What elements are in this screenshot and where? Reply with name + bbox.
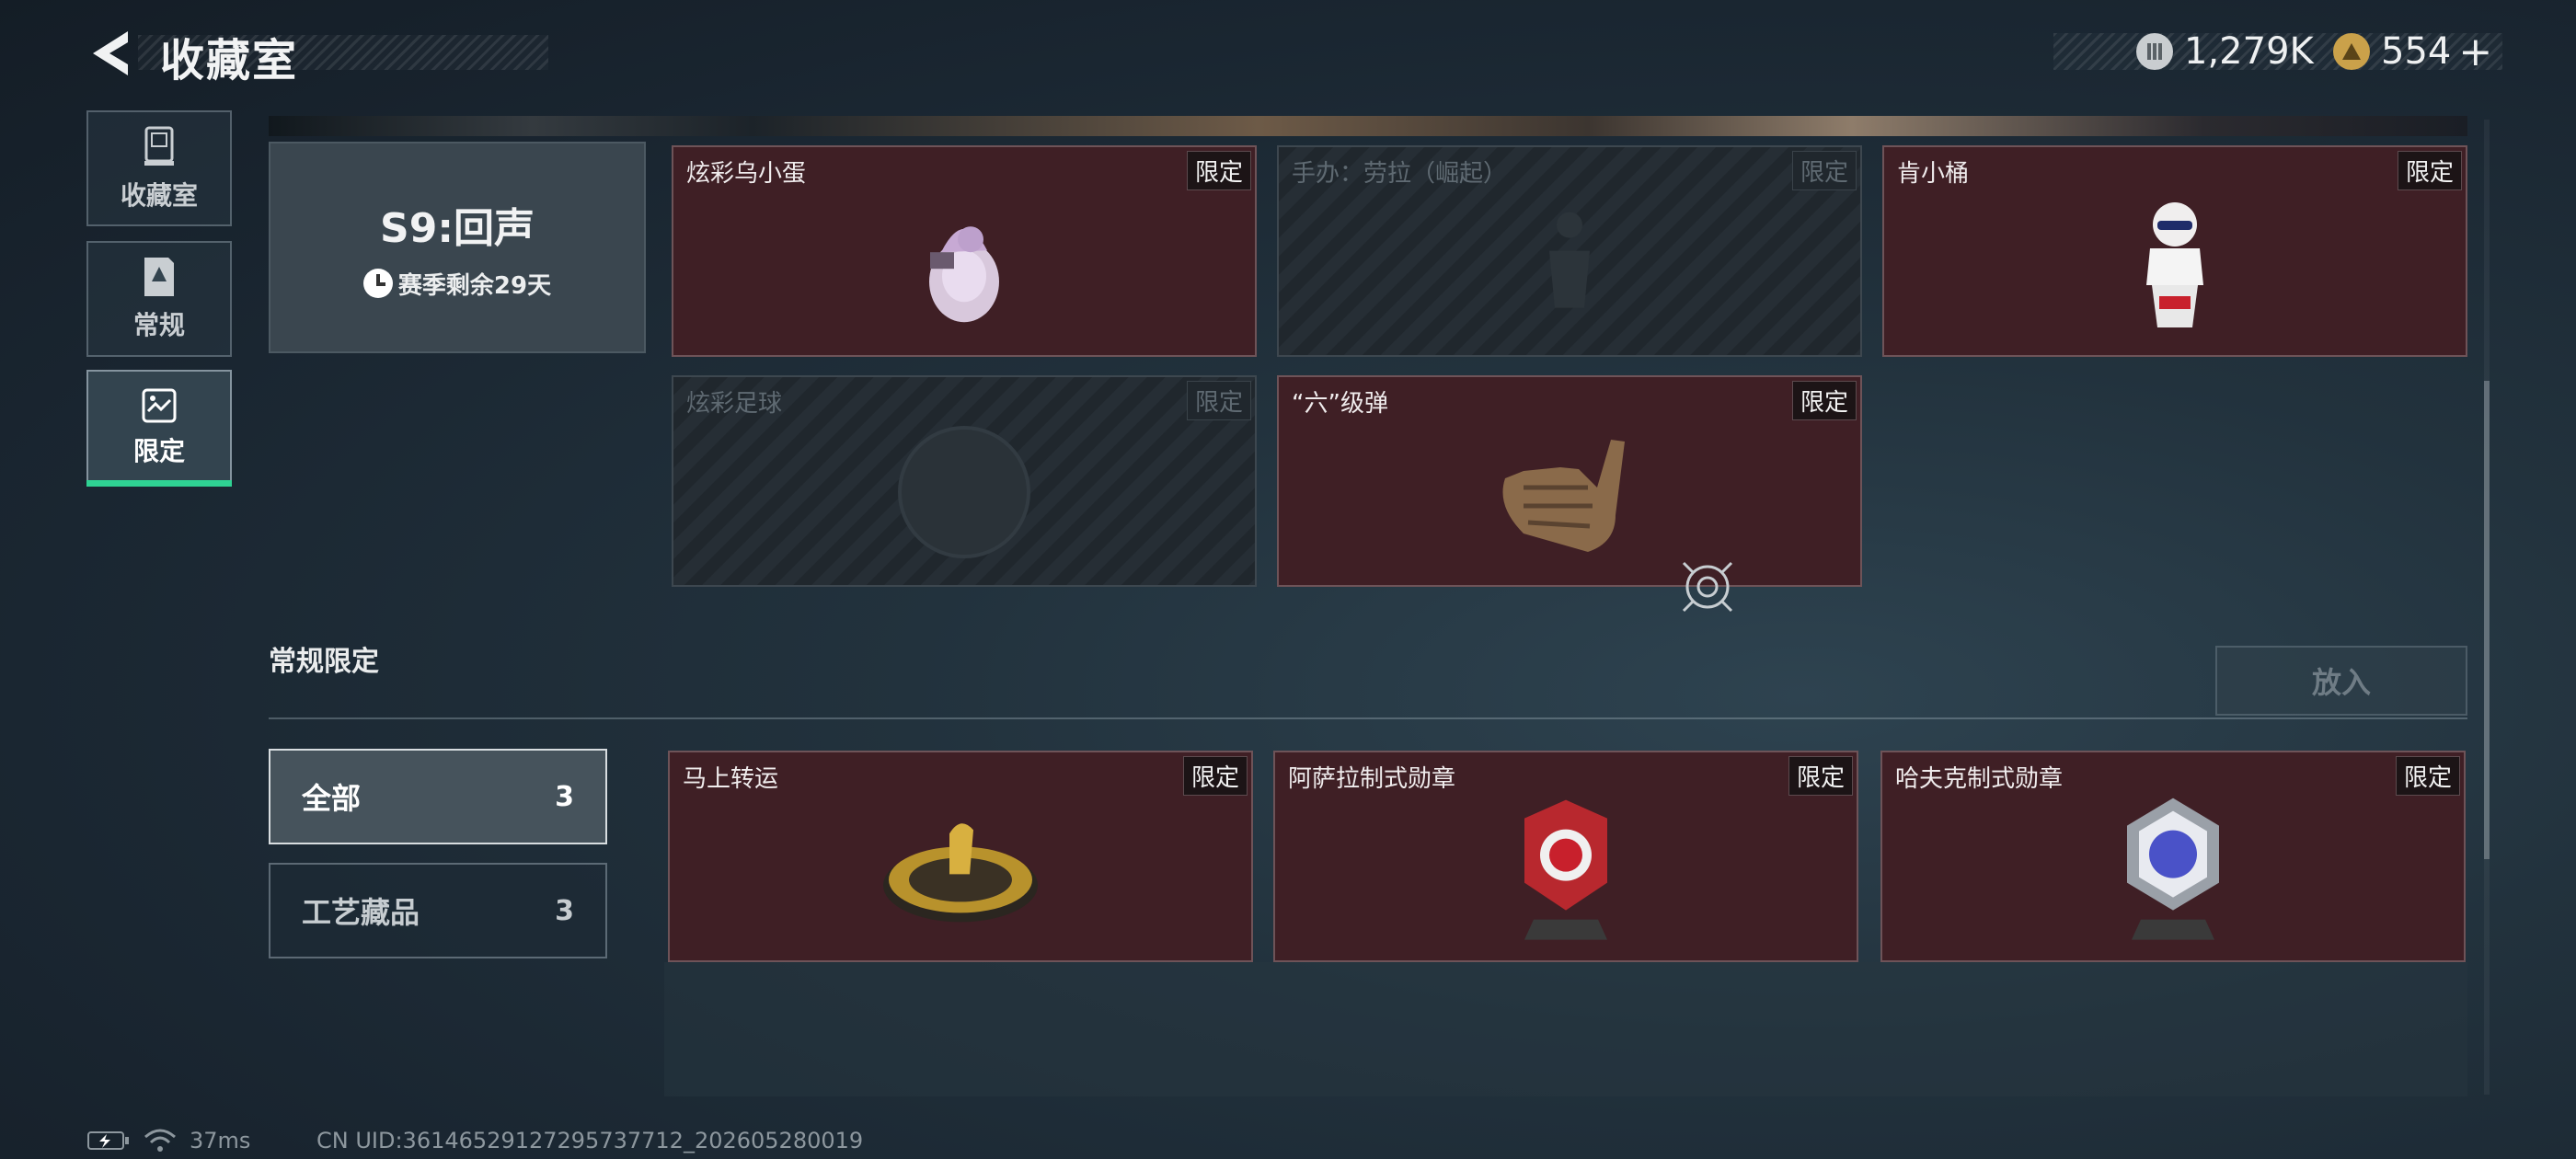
silver-coin-icon [2136,33,2173,70]
item-name: 肯小桶 [1897,160,1970,188]
shaka-hand-icon [1502,440,1625,552]
limited-badge: 限定 [2397,151,2462,190]
add-currency-button[interactable]: + [2458,29,2492,75]
item-name: “六”级弹 [1292,390,1388,418]
wifi-icon [144,1129,176,1152]
sidebar-item-collection[interactable]: 收藏室 [86,110,232,226]
sidebar-item-limited[interactable]: 限定 [86,370,232,486]
limited-badge: 限定 [2395,756,2460,796]
back-arrow-icon [93,31,128,75]
target-focus-icon[interactable] [1680,559,1735,614]
uid-text: CN UID:3614652912729573​7712_20260528001… [316,1128,864,1153]
filter-craft[interactable]: 工艺藏品 3 [269,863,607,958]
filter-all[interactable]: 全部 3 [269,749,607,844]
sidebar-item-label: 限定 [132,436,185,466]
egg-figure-icon [929,226,999,323]
filter-label: 工艺藏品 [302,895,420,930]
battery-charging-icon [87,1131,129,1150]
trophy-icon [144,126,174,166]
collection-card-football[interactable]: 炫彩足球 限定 [672,375,1257,587]
section-divider [269,717,2467,719]
asala-medal-icon [1524,799,1607,940]
section-title: 常规限定 [269,646,379,678]
back-button[interactable] [85,26,136,81]
figure-silhouette-icon [1549,212,1590,308]
item-name: 马上转运 [683,765,779,793]
image-icon [142,388,177,423]
clock-icon [362,269,393,298]
collection-card-lara[interactable]: 手办：劳拉（崛起） 限定 [1277,145,1862,357]
collection-card-bucket[interactable]: 肯小桶 限定 [1882,145,2467,357]
football-silhouette-icon [898,426,1030,558]
havk-medal-icon [2127,798,2219,940]
item-name: 手办：劳拉（崛起） [1292,160,1508,188]
banner-image [269,116,2467,136]
season-card: S9:回声 赛季剩余29天 [269,142,646,353]
page-title: 收藏室 [160,35,299,86]
item-name: 阿萨拉制式勋章 [1288,765,1456,793]
empty-grid-area [664,962,2467,1096]
active-tab-indicator [86,480,232,487]
season-remaining: 赛季剩余29天 [362,267,552,301]
limited-badge: 限定 [1186,381,1251,420]
silver-amount: 1,279K [2184,30,2314,73]
collection-card-fortune[interactable]: 马上转运 限定 [668,751,1253,962]
ping-text: 37ms [190,1128,251,1153]
filter-count: 3 [555,894,574,927]
sidebar-item-label: 常规 [132,310,185,340]
gold-coin-icon [2333,33,2370,70]
limited-badge: 限定 [1186,151,1251,190]
sidebar-item-label: 收藏室 [120,180,198,211]
filter-label: 全部 [302,781,362,816]
item-name: 哈夫克制式勋章 [1895,765,2064,793]
filter-count: 3 [555,780,574,813]
collection-card-asala-medal[interactable]: 阿萨拉制式勋章 限定 [1273,751,1858,962]
season-name: S9:回声 [380,204,535,252]
limited-badge: 限定 [1182,756,1248,796]
scrollbar-thumb[interactable] [2484,381,2490,859]
put-in-button[interactable]: 放入 [2215,646,2467,716]
item-name: 炫彩足球 [686,390,783,418]
item-name: 炫彩乌小蛋 [686,160,807,188]
collection-card-havk-medal[interactable]: 哈夫克制式勋章 限定 [1880,751,2466,962]
season-remaining-text: 赛季剩余29天 [397,271,552,300]
limited-badge: 限定 [1788,756,1853,796]
collection-card-egg[interactable]: 炫彩乌小蛋 限定 [672,145,1257,357]
collection-card-hand[interactable]: “六”级弹 限定 [1277,375,1862,587]
limited-badge: 限定 [1791,381,1857,420]
gold-amount: 554 [2381,30,2452,73]
limited-badge: 限定 [1791,151,1857,190]
colonel-figure-icon [2146,202,2203,327]
sidebar-item-regular[interactable]: 常规 [86,241,232,357]
horse-compass-icon [883,823,1038,923]
currency-silver: 1,279K [2136,26,2314,77]
currency-gold: 554 + [2333,26,2492,77]
status-bar: 37ms [86,1128,250,1153]
card-icon [144,258,174,296]
